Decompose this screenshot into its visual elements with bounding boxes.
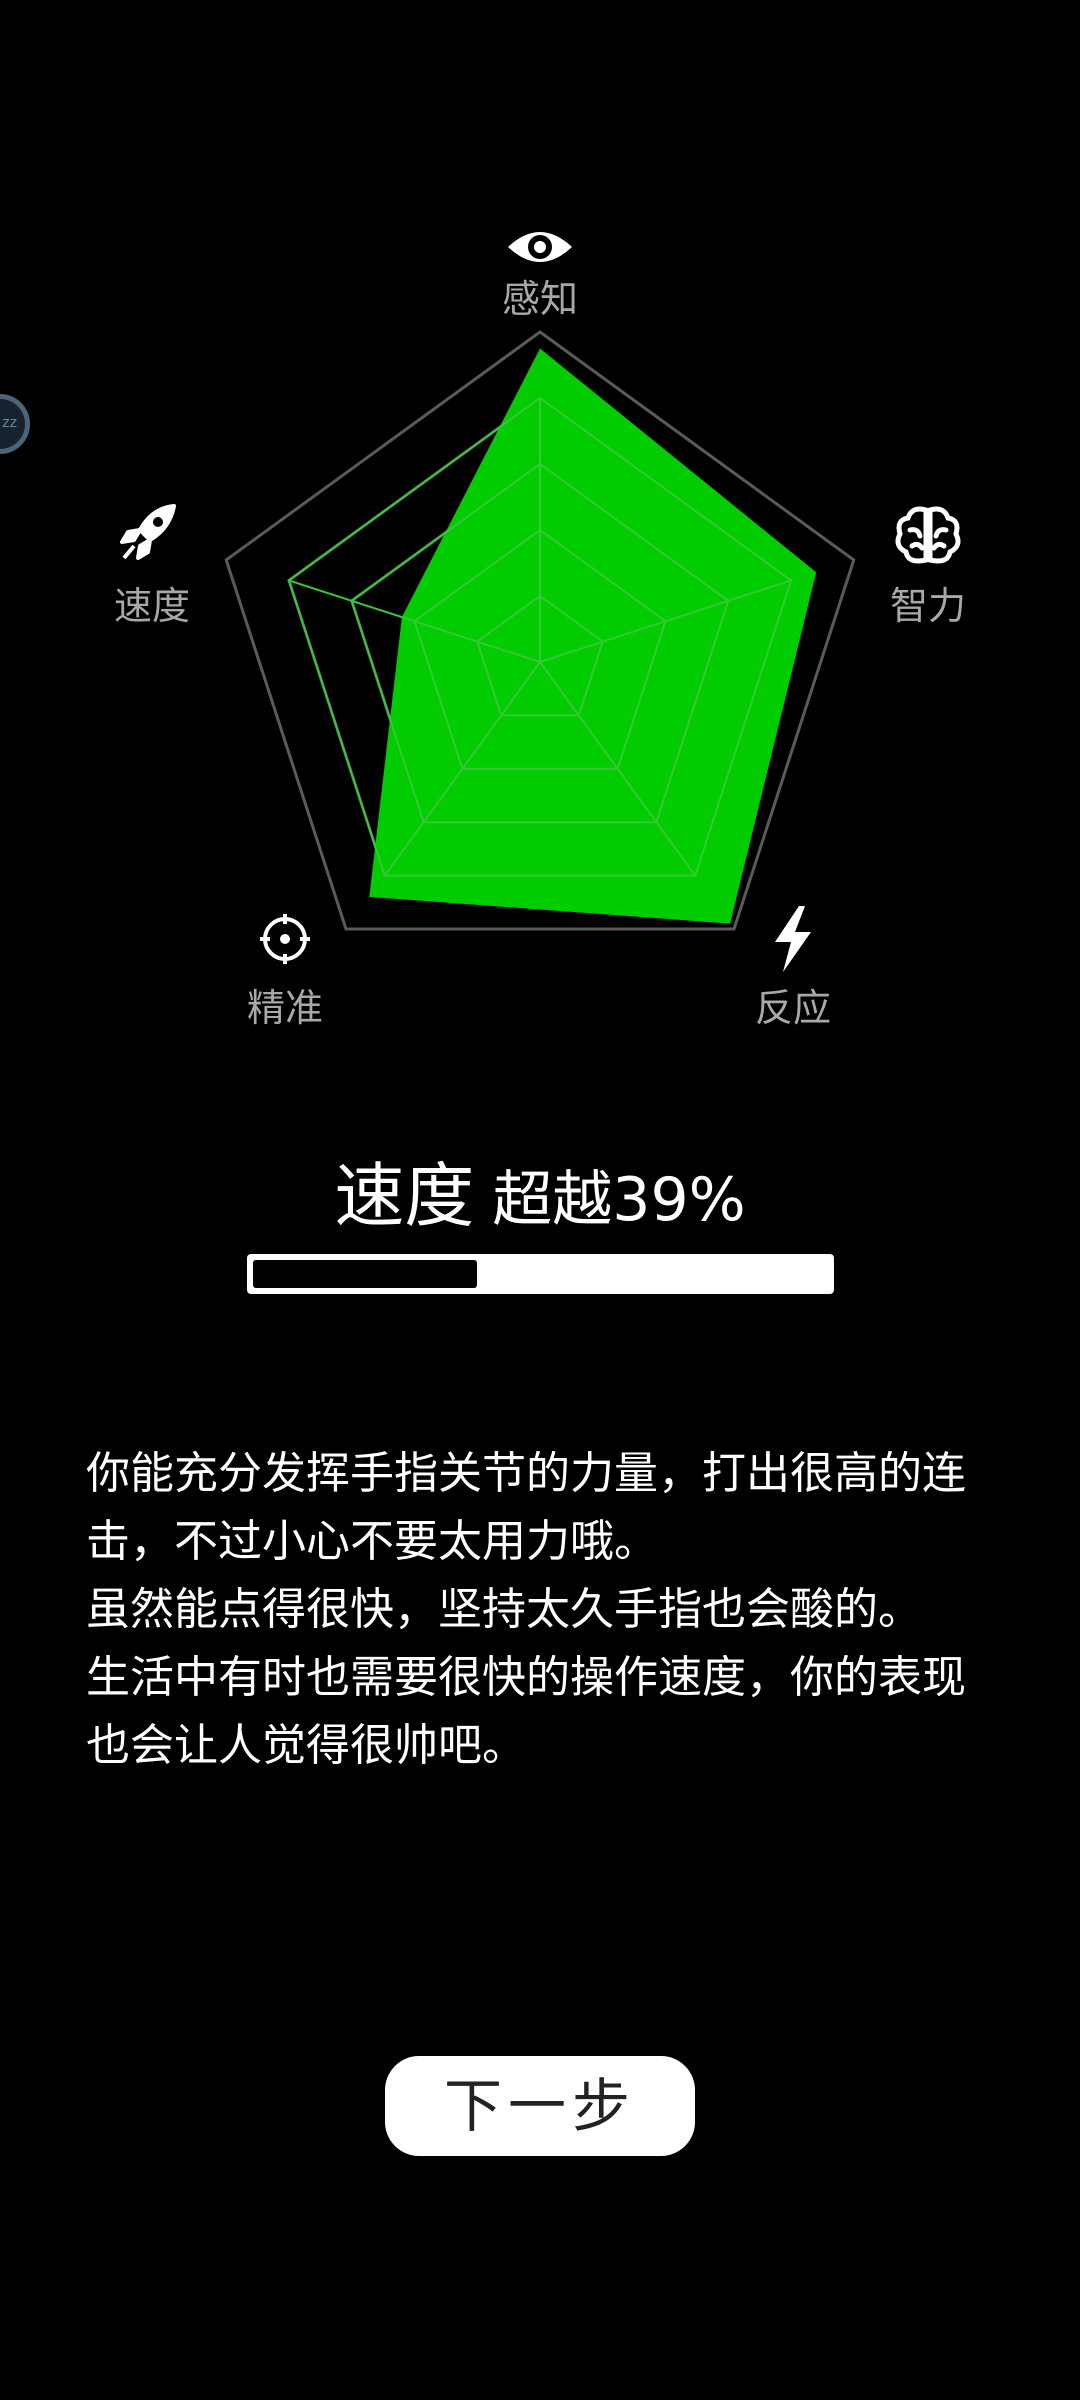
description-paragraph: 生活中有时也需要很快的操作速度，你的表现也会让人觉得很帅吧。 [86,1652,966,1771]
radar-value-area [369,348,817,924]
axis-label-perception: 感知 [501,277,578,321]
rocket-icon [120,504,176,560]
description-paragraph: 你能充分发挥手指关节的力量，打出很高的连击，不过小心不要太用力哦。 [86,1448,966,1567]
floating-bubble-text: zz [2,415,17,431]
lightning-icon [775,906,811,972]
result-heading: 速度 超越39% [0,1140,1080,1241]
result-rank: 超越39% [492,1165,746,1235]
progress-bar [247,1254,834,1294]
brain-icon [895,506,961,564]
axis-label-reaction: 反应 [754,986,831,1030]
axis-label-speed: 速度 [113,584,190,628]
result-description: 你能充分发挥手指关节的力量，打出很高的连击，不过小心不要太用力哦。 虽然能点得很… [86,1440,1006,1780]
result-attribute: 速度 [334,1155,475,1237]
axis-label-intelligence: 智力 [889,584,966,628]
progress-bar-fill [253,1260,477,1288]
next-step-button[interactable]: 下一步 [385,2056,695,2156]
description-paragraph: 虽然能点得很快，坚持太久手指也会酸的。 [86,1584,922,1635]
axis-label-precision: 精准 [246,986,323,1030]
crosshair-icon [260,914,310,964]
